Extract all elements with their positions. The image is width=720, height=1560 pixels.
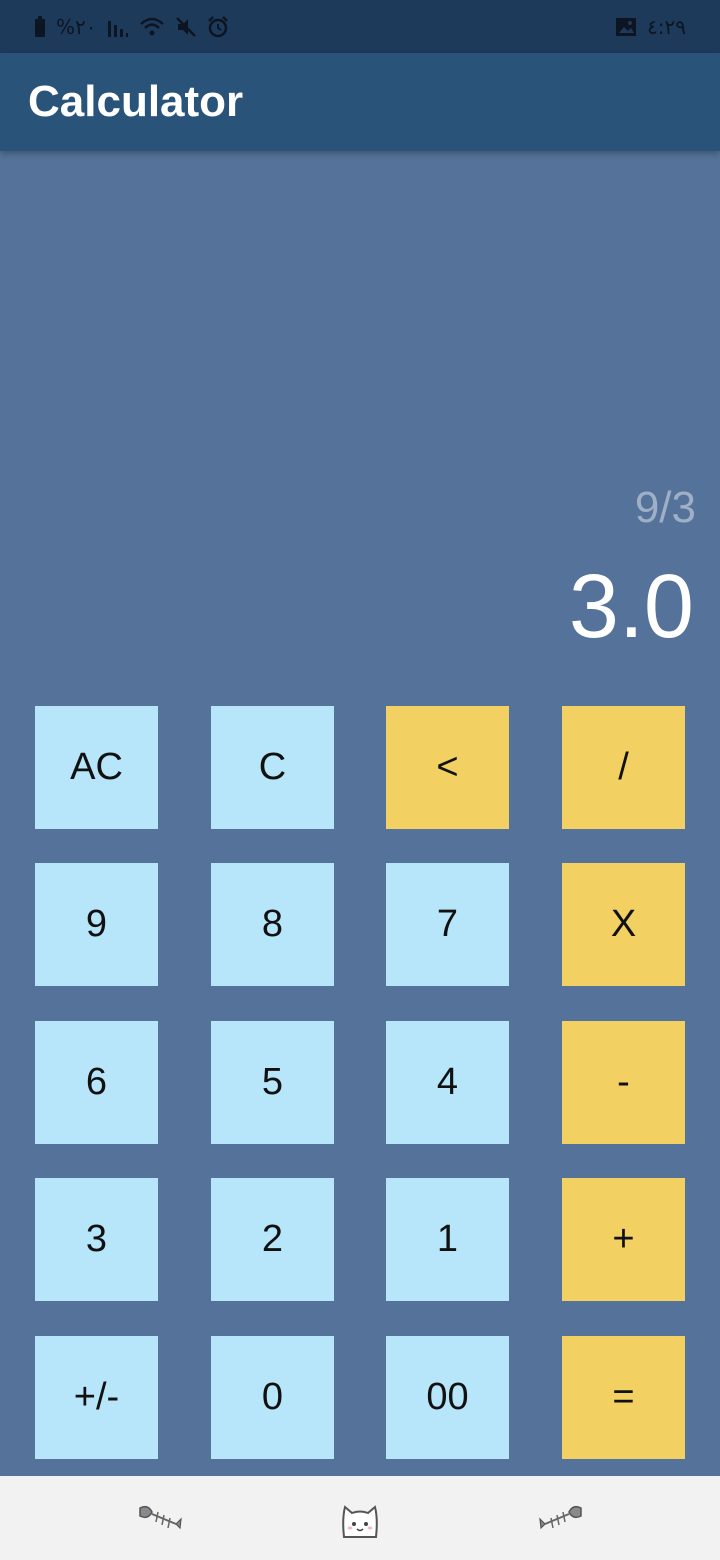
subtract-button[interactable]: - [562, 1021, 685, 1144]
digit-9-button[interactable]: 9 [35, 863, 158, 986]
digit-3-button[interactable]: 3 [35, 1178, 158, 1301]
digit-4-button[interactable]: 4 [386, 1021, 509, 1144]
sign-toggle-button[interactable]: +/- [35, 1336, 158, 1459]
equals-button[interactable]: = [562, 1336, 685, 1459]
digit-1-button[interactable]: 1 [386, 1178, 509, 1301]
fish-bone-icon[interactable] [537, 1494, 587, 1544]
clear-button[interactable]: C [211, 706, 334, 829]
digit-2-button[interactable]: 2 [211, 1178, 334, 1301]
signal-icon [107, 17, 129, 37]
keypad: AC C </9 8 7 X 6 5 4-3 2 1 + +/- 0 00 = [0, 0, 720, 1560]
status-bar: %٢٠ ٤:٢٩ [0, 0, 720, 53]
bottom-nav [0, 1476, 720, 1560]
double-zero-button[interactable]: 00 [386, 1336, 509, 1459]
multiply-button[interactable]: X [562, 863, 685, 986]
app-title: Calculator [28, 77, 244, 126]
app-bar: Calculator [0, 53, 720, 151]
mute-icon [175, 16, 197, 38]
backspace-button[interactable]: < [386, 706, 509, 829]
cat-icon[interactable] [335, 1494, 385, 1544]
result-display: 3.0 [568, 557, 694, 657]
digit-0-button[interactable]: 0 [211, 1336, 334, 1459]
fish-bone-icon[interactable] [134, 1494, 184, 1544]
battery-icon [34, 15, 46, 38]
alarm-icon [207, 15, 229, 38]
status-right: ٤:٢٩ [615, 15, 686, 39]
digit-7-button[interactable]: 7 [386, 863, 509, 986]
status-left: %٢٠ [34, 15, 229, 39]
divide-button[interactable]: / [562, 706, 685, 829]
image-icon [615, 17, 637, 37]
digit-6-button[interactable]: 6 [35, 1021, 158, 1144]
battery-percent: %٢٠ [56, 14, 97, 39]
status-time: ٤:٢٩ [647, 14, 686, 39]
expression-display: 9/3 [634, 483, 696, 532]
all-clear-button[interactable]: AC [35, 706, 158, 829]
add-button[interactable]: + [562, 1178, 685, 1301]
digit-5-button[interactable]: 5 [211, 1021, 334, 1144]
wifi-icon [139, 16, 165, 38]
digit-8-button[interactable]: 8 [211, 863, 334, 986]
